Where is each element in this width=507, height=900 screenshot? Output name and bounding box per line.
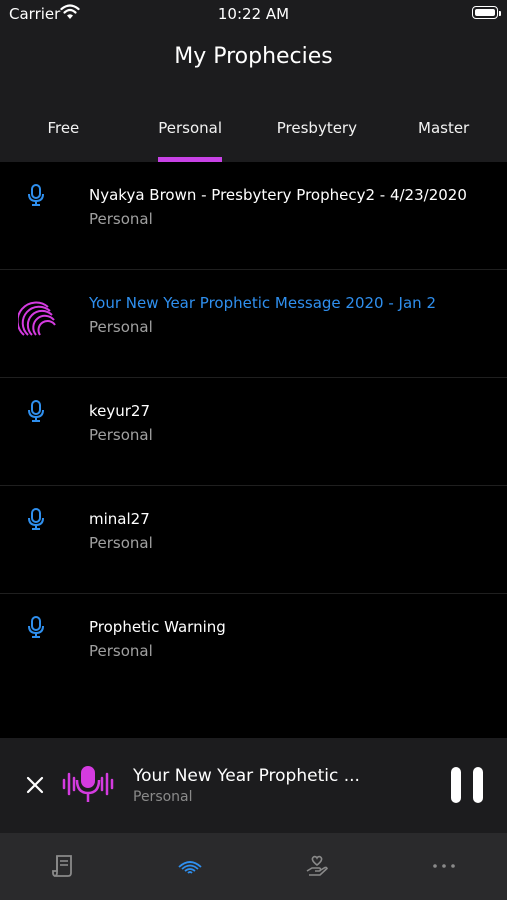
item-subtitle: Personal xyxy=(89,534,153,552)
more-icon xyxy=(432,864,455,868)
now-playing-title: Your New Year Prophetic ... xyxy=(133,766,360,786)
heart-hand-icon xyxy=(306,855,328,876)
page-title: My Prophecies xyxy=(174,44,333,69)
tabbar-item-giving[interactable] xyxy=(254,833,381,900)
tab-free[interactable]: Free xyxy=(0,94,127,162)
item-title: Prophetic Warning xyxy=(89,618,226,636)
tab-label: Master xyxy=(418,119,470,137)
tabbar-item-more[interactable] xyxy=(380,833,507,900)
tab-personal[interactable]: Personal xyxy=(127,94,254,162)
playing-signal-icon xyxy=(18,301,56,336)
item-title: Your New Year Prophetic Message 2020 - J… xyxy=(89,294,436,312)
item-title: Nyakya Brown - Presbytery Prophecy2 - 4/… xyxy=(89,186,467,204)
tab-master[interactable]: Master xyxy=(380,94,507,162)
tabbar-item-prophecies[interactable] xyxy=(127,833,254,900)
item-title: keyur27 xyxy=(89,402,151,420)
item-title: minal27 xyxy=(89,510,150,528)
tabbar-item-scroll[interactable] xyxy=(0,833,127,900)
item-subtitle: Personal xyxy=(89,426,153,444)
list-item[interactable]: keyur27 Personal xyxy=(0,378,507,486)
status-bar: Carrier 10:22 AM xyxy=(0,0,507,28)
prophecy-list: Nyakya Brown - Presbytery Prophecy2 - 4/… xyxy=(0,162,507,701)
scroll-icon xyxy=(52,855,73,877)
pause-button[interactable] xyxy=(451,767,483,803)
microphone-icon xyxy=(28,400,44,422)
list-item[interactable]: Nyakya Brown - Presbytery Prophecy2 - 4/… xyxy=(0,162,507,270)
navigation-header: My Prophecies xyxy=(0,28,507,94)
waves-icon xyxy=(178,861,202,874)
tab-label: Presbytery xyxy=(276,119,357,137)
item-subtitle: Personal xyxy=(89,210,153,228)
microphone-icon xyxy=(28,508,44,530)
category-tabs: Free Personal Presbytery Master xyxy=(0,94,507,162)
bottom-tab-bar xyxy=(0,833,507,900)
mini-player[interactable]: Your New Year Prophetic ... Personal xyxy=(0,738,507,833)
item-subtitle: Personal xyxy=(89,642,153,660)
list-item[interactable]: Prophetic Warning Personal xyxy=(0,594,507,701)
audio-waveform-icon xyxy=(62,766,114,802)
tab-label: Free xyxy=(47,119,80,137)
clock: 10:22 AM xyxy=(217,5,290,23)
microphone-icon xyxy=(28,616,44,638)
list-item-playing[interactable]: Your New Year Prophetic Message 2020 - J… xyxy=(0,270,507,378)
close-icon[interactable] xyxy=(25,775,45,795)
microphone-icon xyxy=(28,184,44,206)
now-playing-subtitle: Personal xyxy=(133,789,193,805)
battery-icon xyxy=(472,6,501,19)
tab-presbytery[interactable]: Presbytery xyxy=(254,94,381,162)
tab-label: Personal xyxy=(158,119,222,137)
item-subtitle: Personal xyxy=(89,318,153,336)
list-item[interactable]: minal27 Personal xyxy=(0,486,507,594)
